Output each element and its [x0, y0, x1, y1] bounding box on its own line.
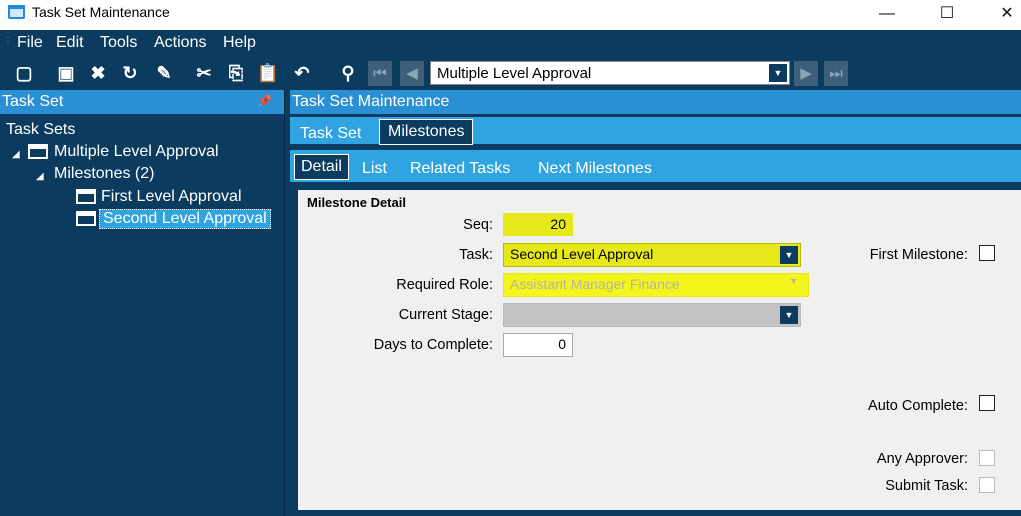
chevron-down-icon[interactable]: ▼	[780, 306, 798, 324]
chevron-down-icon[interactable]: ▼	[769, 64, 787, 82]
window-title: Task Set Maintenance	[32, 4, 170, 20]
tab-task-set[interactable]: Task Set	[300, 125, 361, 143]
milestone-detail-form: Milestone Detail Seq: 20 Task: Second Le…	[298, 190, 1021, 510]
submit-task-checkbox[interactable]	[979, 477, 995, 493]
folder-icon	[76, 189, 96, 204]
maximize-button[interactable]: ☐	[924, 0, 970, 30]
chevron-down-icon[interactable]: ▼	[780, 246, 798, 264]
menu-actions[interactable]: Actions	[154, 34, 206, 52]
first-icon[interactable]: ⏮	[368, 61, 392, 86]
next-icon[interactable]: ▶	[794, 61, 818, 86]
menu-file[interactable]: File	[17, 34, 43, 52]
tree-root[interactable]: Task Sets	[6, 121, 75, 139]
record-selector-value: Multiple Level Approval	[437, 65, 592, 82]
copy-icon[interactable]: ⎘	[224, 61, 248, 85]
submit-task-label: Submit Task:	[885, 478, 968, 494]
current-stage-select[interactable]: ▼	[503, 303, 801, 327]
prev-icon[interactable]: ◀	[400, 61, 424, 86]
main-tabs: Task Set Milestones	[290, 117, 1021, 145]
seq-value: 20	[550, 216, 566, 232]
tree-item-first-level[interactable]: First Level Approval	[101, 188, 242, 206]
record-selector[interactable]: Multiple Level Approval ▼	[430, 61, 790, 85]
pin-icon[interactable]: 📌	[257, 94, 272, 108]
auto-complete-label: Auto Complete:	[868, 398, 968, 414]
expand-arrow-icon[interactable]: ◢	[36, 171, 44, 182]
current-stage-label: Current Stage:	[398, 307, 493, 323]
undo-icon[interactable]: ↶	[290, 61, 314, 85]
cut-icon[interactable]: ✂	[192, 61, 216, 85]
section-title: Milestone Detail	[307, 195, 406, 210]
task-value: Second Level Approval	[510, 246, 654, 262]
panel-title: Task Set Maintenance	[292, 93, 450, 110]
panel-header: Task Set 📌	[0, 90, 284, 114]
sub-tabs: Detail List Related Tasks Next Milestone…	[290, 150, 1021, 182]
app-icon	[8, 5, 25, 19]
grip-icon: ⋮	[3, 36, 13, 47]
first-milestone-checkbox[interactable]	[979, 245, 995, 261]
panel-title: Task Set	[2, 93, 64, 110]
tab-list[interactable]: List	[362, 160, 387, 178]
days-to-complete-value: 0	[558, 336, 566, 352]
task-set-maintenance-panel: Task Set Maintenance Task Set Milestones…	[290, 90, 1021, 516]
tree-task-set[interactable]: Multiple Level Approval	[54, 143, 219, 161]
tab-next-milestones[interactable]: Next Milestones	[538, 160, 652, 178]
any-approver-label: Any Approver:	[876, 451, 968, 467]
folder-icon	[28, 144, 48, 159]
tab-milestones[interactable]: Milestones	[379, 119, 474, 145]
delete-icon[interactable]: ✖	[86, 61, 110, 85]
seq-label: Seq:	[463, 217, 493, 233]
clear-icon[interactable]: ✎	[152, 61, 176, 85]
required-role-label: Required Role:	[396, 277, 493, 293]
menu-tools[interactable]: Tools	[100, 34, 137, 52]
menu-help[interactable]: Help	[223, 34, 256, 52]
required-role-select[interactable]: Assistant Manager Finance ▼	[503, 273, 809, 297]
task-set-panel: Task Set 📌 Task Sets ◢ Multiple Level Ap…	[0, 90, 284, 516]
any-approver-checkbox[interactable]	[979, 450, 995, 466]
paste-icon[interactable]: 📋	[256, 61, 280, 85]
days-to-complete-label: Days to Complete:	[373, 337, 493, 353]
search-icon[interactable]: ⚲	[336, 61, 360, 85]
menu-bar: ⋮ File Edit Tools Actions Help	[0, 30, 1021, 57]
new-icon[interactable]: ▢	[12, 61, 36, 85]
chevron-down-icon[interactable]: ▼	[789, 276, 798, 286]
auto-complete-checkbox[interactable]	[979, 395, 995, 411]
title-bar: Task Set Maintenance — ☐ ✕	[0, 0, 1021, 30]
minimize-button[interactable]: —	[864, 0, 910, 30]
menu-edit[interactable]: Edit	[56, 34, 84, 52]
tree-item-second-level[interactable]: Second Level Approval	[99, 209, 271, 229]
expand-arrow-icon[interactable]: ◢	[12, 149, 20, 160]
task-select[interactable]: Second Level Approval ▼	[503, 243, 801, 267]
days-to-complete-field[interactable]: 0	[503, 333, 573, 357]
folder-icon	[76, 211, 96, 226]
tree-milestones[interactable]: Milestones (2)	[54, 165, 154, 183]
seq-field[interactable]: 20	[503, 213, 573, 236]
refresh-icon[interactable]: ↻	[118, 61, 142, 85]
close-button[interactable]: ✕	[984, 0, 1021, 30]
last-icon[interactable]: ⏭	[824, 61, 848, 86]
panel-header: Task Set Maintenance	[290, 90, 1021, 114]
required-role-value: Assistant Manager Finance	[510, 276, 680, 292]
tab-detail[interactable]: Detail	[294, 154, 349, 180]
first-milestone-label: First Milestone:	[869, 247, 968, 263]
save-icon[interactable]: ▣	[54, 61, 78, 85]
tab-related-tasks[interactable]: Related Tasks	[410, 160, 510, 178]
task-label: Task:	[459, 247, 493, 263]
